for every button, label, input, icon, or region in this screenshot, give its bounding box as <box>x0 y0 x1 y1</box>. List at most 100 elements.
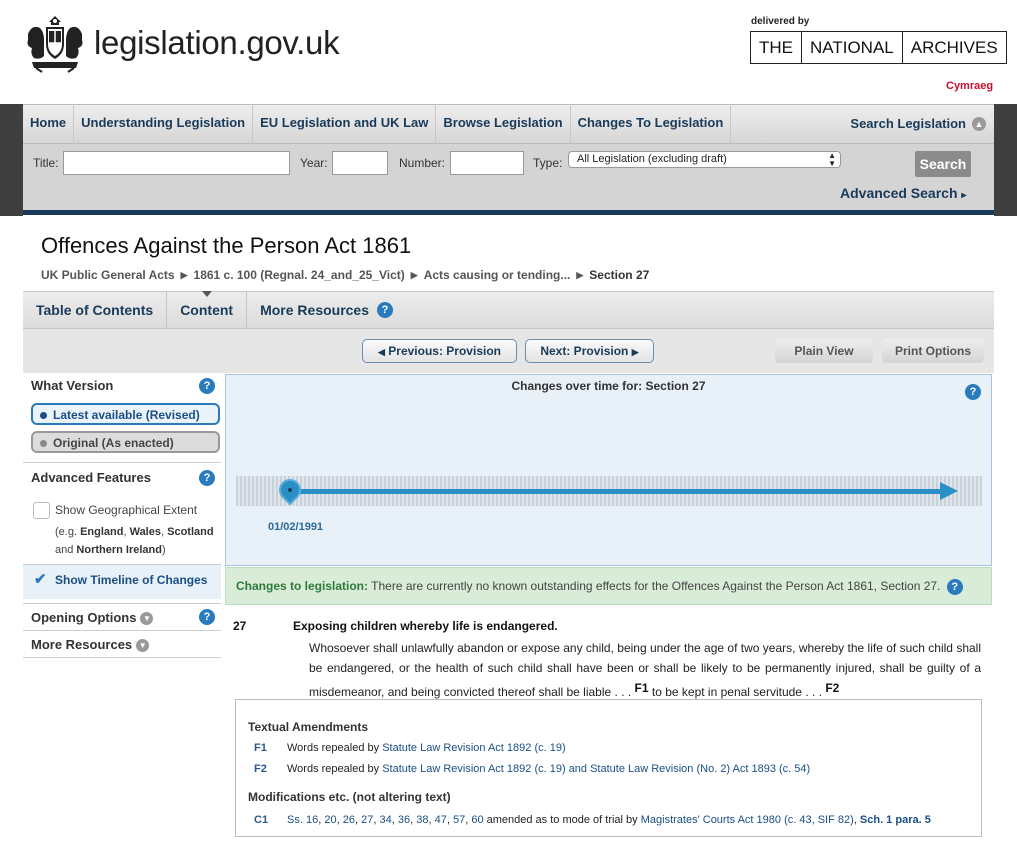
breadcrumb-item[interactable]: UK Public General Acts <box>41 268 175 282</box>
annotation-link[interactable]: Magistrates' Courts Act 1980 (c. 43, SIF… <box>641 814 854 826</box>
pin-dot <box>288 488 292 492</box>
national-archives-logo[interactable]: THE NATIONAL ARCHIVES <box>750 31 1007 64</box>
section-link[interactable]: 38 <box>416 814 428 826</box>
search-legislation-link[interactable]: Search Legislation ▲ <box>850 104 986 144</box>
annotation-link[interactable]: Statute Law Revision Act 1892 (c. 19) an… <box>382 763 810 775</box>
tab-label: Table of Contents <box>36 302 154 318</box>
note-text: (e.g. <box>55 526 81 538</box>
section-number: 27 <box>233 619 247 633</box>
type-select[interactable]: All Legislation (excluding draft) ▲ ▼ <box>568 151 841 168</box>
note-scotland: Scotland <box>167 526 214 538</box>
advanced-search-label: Advanced Search <box>840 185 958 201</box>
latest-version-label: Latest available (Revised) <box>53 408 200 422</box>
section-link[interactable]: 20 <box>324 814 336 826</box>
breadcrumb-item[interactable]: 1861 c. 100 (Regnal. 24_and_25_Vict) <box>194 268 405 282</box>
help-icon[interactable]: ? <box>946 578 963 595</box>
number-label: Number: <box>399 156 446 170</box>
annotation-key-f1[interactable]: F1 <box>254 742 267 754</box>
next-provision-button[interactable]: Next: Provision ▶ <box>525 339 654 363</box>
section-link[interactable]: 57 <box>453 814 465 826</box>
tab-more-resources[interactable]: More Resources? <box>247 292 406 328</box>
annotations-box: Textual Amendments F1 Words repealed by … <box>235 699 982 837</box>
section-link[interactable]: 26 <box>343 814 355 826</box>
main-nav: Home Understanding Legislation EU Legisl… <box>23 104 994 144</box>
opening-options-label: Opening Options <box>31 610 137 625</box>
tab-content[interactable]: Content <box>167 291 248 328</box>
section-body: Whosoever shall unlawfully abandon or ex… <box>309 638 981 702</box>
opening-options-toggle[interactable]: Opening Options ▼ <box>31 610 154 626</box>
archives-word-3: ARCHIVES <box>910 38 998 57</box>
nav-changes-to-legislation[interactable]: Changes To Legislation <box>571 104 732 144</box>
original-version-button[interactable]: Original (As enacted) <box>31 431 220 453</box>
nav-eu-legislation[interactable]: EU Legislation and UK Law <box>253 104 437 144</box>
geo-extent-checkbox[interactable] <box>33 502 50 519</box>
sidebar-divider <box>23 630 221 631</box>
timeline-line <box>286 489 946 494</box>
section-link[interactable]: 16 <box>306 814 318 826</box>
section-text: to be kept in penal servitude . . . <box>648 685 826 699</box>
nav-home[interactable]: Home <box>23 104 75 144</box>
annotation-c1: Ss. 16, 20, 26, 27, 34, 36, 38, 47, 57, … <box>287 814 931 826</box>
annotation-key-c1[interactable]: C1 <box>254 814 268 826</box>
title-input[interactable] <box>63 151 290 175</box>
royal-coat-of-arms-icon[interactable] <box>22 14 88 74</box>
plain-view-button[interactable]: Plain View <box>775 339 873 363</box>
breadcrumb-item[interactable]: Acts causing or tending... <box>424 268 571 282</box>
geo-extent-label[interactable]: Show Geographical Extent <box>55 503 197 517</box>
help-icon[interactable]: ? <box>377 302 394 318</box>
help-icon[interactable]: ? <box>199 378 215 394</box>
title-label: Title: <box>33 156 59 170</box>
tab-table-of-contents[interactable]: Table of Contents <box>23 292 168 328</box>
breadcrumb-current: Section 27 <box>589 268 650 282</box>
breadcrumb-arrow-icon: ▶ <box>576 270 584 280</box>
section-link[interactable]: 60 <box>471 814 483 826</box>
delivered-by-label: delivered by <box>751 16 810 27</box>
nav-browse-legislation[interactable]: Browse Legislation <box>436 104 571 144</box>
help-icon[interactable]: ? <box>199 470 215 486</box>
search-legislation-label: Search Legislation <box>850 116 966 131</box>
annotation-text: Words repealed by <box>287 763 383 775</box>
advanced-search-link[interactable]: Advanced Search ▸ <box>840 185 966 201</box>
footnote-f2-link[interactable]: F2 <box>825 681 839 695</box>
timeline-date[interactable]: 01/02/1991 <box>268 521 323 533</box>
modifications-heading: Modifications etc. (not altering text) <box>248 790 451 804</box>
help-icon[interactable]: ? <box>965 384 981 400</box>
breadcrumb: UK Public General Acts ▶ 1861 c. 100 (Re… <box>41 268 649 282</box>
checkmark-icon[interactable]: ✔ <box>34 572 50 588</box>
show-timeline-label[interactable]: Show Timeline of Changes <box>55 573 207 587</box>
year-label: Year: <box>300 156 328 170</box>
original-version-label: Original (As enacted) <box>53 436 174 450</box>
year-input[interactable] <box>332 151 388 175</box>
section-link[interactable]: 27 <box>361 814 373 826</box>
language-link[interactable]: Cymraeg <box>946 80 993 92</box>
annotation-key-f2[interactable]: F2 <box>254 763 267 775</box>
annotation-text: Words repealed by <box>287 742 383 754</box>
search-panel: Title: Year: Number: Type: All Legislati… <box>23 144 994 210</box>
section-link[interactable]: 34 <box>379 814 391 826</box>
nav-understanding-legislation[interactable]: Understanding Legislation <box>74 104 254 144</box>
note-northern-ireland: Northern Ireland <box>76 544 162 556</box>
what-version-heading: What Version <box>31 378 114 393</box>
more-resources-label: More Resources <box>31 637 133 652</box>
note-wales: Wales <box>129 526 161 538</box>
changes-text: There are currently no known outstanding… <box>371 579 941 593</box>
previous-provision-button[interactable]: ◀ Previous: Provision <box>362 339 517 363</box>
annotation-link[interactable]: Statute Law Revision Act 1892 (c. 19) <box>382 742 565 754</box>
number-input[interactable] <box>450 151 524 175</box>
section-link[interactable]: 47 <box>435 814 447 826</box>
annotation-f1: Words repealed by Statute Law Revision A… <box>287 742 566 754</box>
footnote-f1-link[interactable]: F1 <box>635 681 649 695</box>
more-resources-toggle[interactable]: More Resources ▼ <box>31 637 150 653</box>
next-label: Next: Provision <box>540 344 629 358</box>
help-icon[interactable]: ? <box>199 609 215 625</box>
changes-timeline: Changes over time for: Section 27 ? 01/0… <box>225 374 992 566</box>
search-button[interactable]: Search <box>915 151 971 177</box>
print-options-button[interactable]: Print Options <box>882 339 984 363</box>
section-link[interactable]: 36 <box>398 814 410 826</box>
latest-version-button[interactable]: Latest available (Revised) <box>31 403 220 425</box>
chevron-right-icon: ▸ <box>961 190 967 201</box>
tab-label: Content <box>180 302 234 318</box>
site-name[interactable]: legislation.gov.uk <box>94 24 340 62</box>
annotation-link[interactable]: Sch. 1 para. 5 <box>860 814 931 826</box>
section-title: Exposing children whereby life is endang… <box>293 619 558 633</box>
